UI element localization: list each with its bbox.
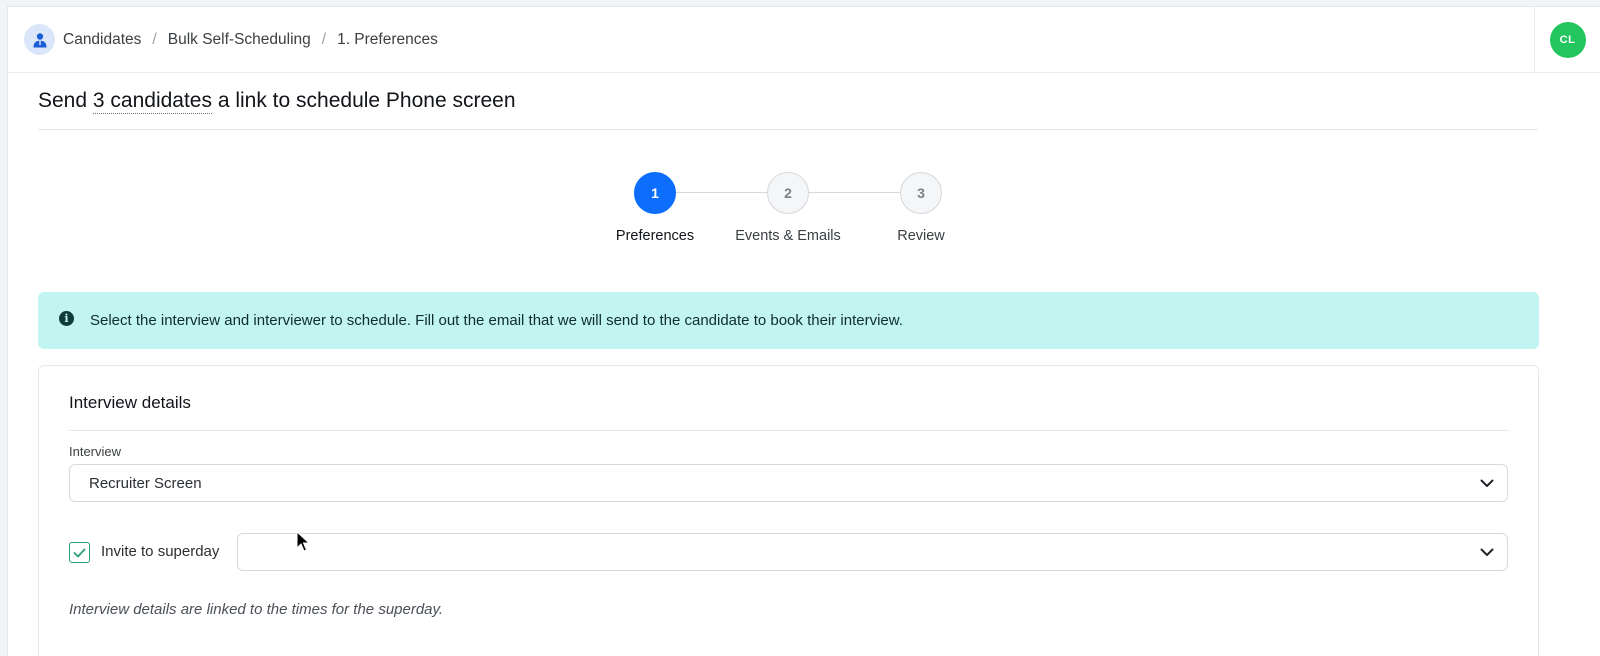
chevron-down-icon	[1467, 479, 1507, 488]
user-menu[interactable]: CL	[1534, 6, 1600, 73]
step-number: 3	[900, 172, 942, 214]
step-label: Review	[897, 228, 945, 244]
step-review[interactable]: 3 Review	[851, 172, 991, 244]
interview-details-card: Interview details Interview Recruiter Sc…	[38, 365, 1539, 656]
top-bar: Candidates / Bulk Self-Scheduling / 1. P…	[8, 6, 1600, 73]
alert-message: Select the interview and interviewer to …	[90, 312, 903, 329]
breadcrumb: Candidates / Bulk Self-Scheduling / 1. P…	[8, 24, 1534, 55]
candidate-user-icon	[24, 24, 55, 55]
checkmark-icon	[73, 548, 86, 557]
step-number: 2	[767, 172, 809, 214]
section-heading: Interview details	[69, 393, 191, 412]
info-icon: i	[59, 311, 74, 326]
superday-helper-text: Interview details are linked to the time…	[69, 601, 444, 618]
interview-select-value: Recruiter Screen	[89, 474, 202, 492]
breadcrumb-current-page: 1. Preferences	[337, 30, 438, 48]
title-suffix: a link to schedule Phone screen	[211, 89, 516, 112]
breadcrumb-bulk-self-scheduling[interactable]: Bulk Self-Scheduling	[168, 31, 311, 49]
interview-select[interactable]: Recruiter Screen	[69, 464, 1508, 502]
superday-select[interactable]	[237, 533, 1508, 571]
app-frame: Candidates / Bulk Self-Scheduling / 1. P…	[7, 6, 1600, 656]
invite-superday-checkbox[interactable]	[69, 542, 90, 563]
step-events-emails[interactable]: 2 Events & Emails	[718, 172, 858, 244]
breadcrumb-candidates[interactable]: Candidates	[63, 31, 141, 49]
breadcrumb-separator: /	[321, 30, 327, 48]
page-title: Send 3 candidates a link to schedule Pho…	[38, 89, 516, 114]
chevron-down-icon	[1467, 548, 1507, 557]
section-divider	[69, 430, 1509, 431]
step-label: Preferences	[615, 228, 695, 244]
candidates-count-link[interactable]: 3 candidates	[92, 89, 212, 114]
progress-stepper: 1 Preferences 2 Events & Emails 3 Review	[8, 172, 1600, 262]
mouse-cursor-icon	[296, 531, 310, 552]
info-alert: i Select the interview and interviewer t…	[38, 292, 1539, 349]
avatar[interactable]: CL	[1549, 21, 1586, 58]
step-label: Events & Emails	[735, 228, 841, 244]
step-preferences[interactable]: 1 Preferences	[585, 172, 725, 244]
breadcrumb-separator: /	[152, 30, 157, 48]
title-divider	[38, 129, 1538, 130]
step-number: 1	[634, 172, 676, 214]
title-prefix: Send	[38, 89, 93, 112]
interview-field-label: Interview	[69, 444, 122, 459]
invite-superday-label[interactable]: Invite to superday	[101, 543, 219, 560]
